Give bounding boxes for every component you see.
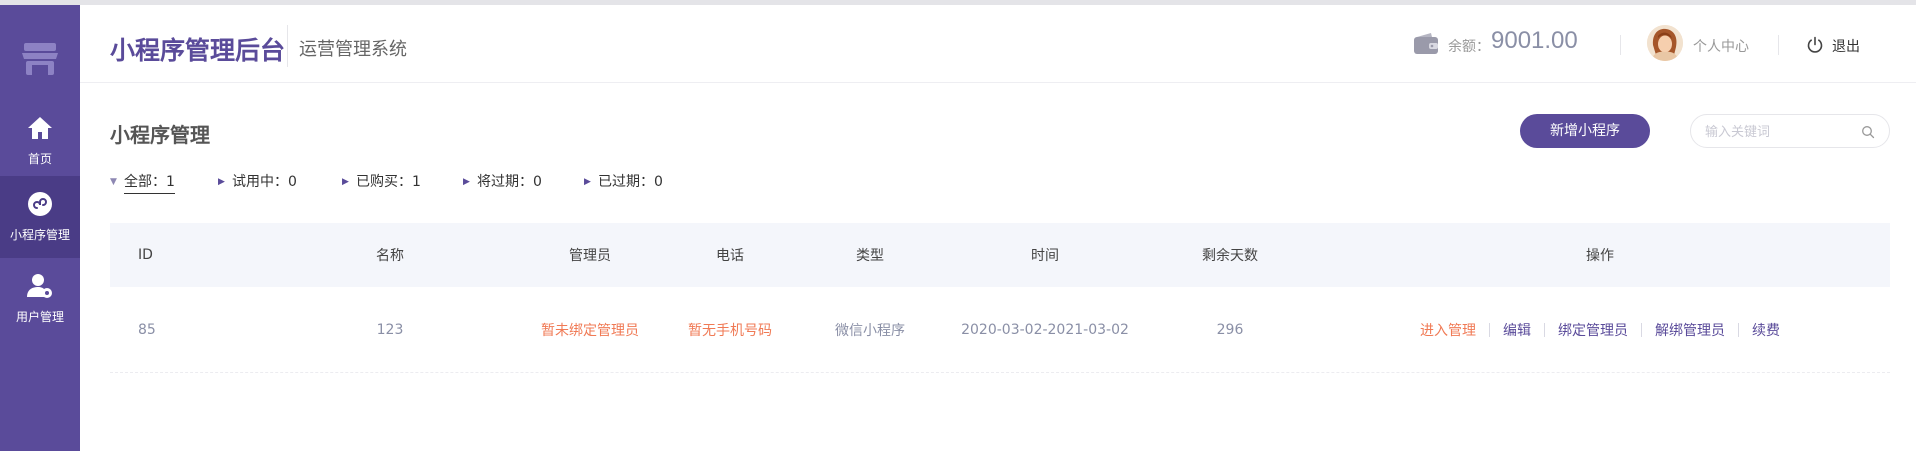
add-mini-program-button[interactable]: 新增小程序 <box>1520 114 1650 148</box>
cell-name: 123 <box>376 321 404 338</box>
cell-phone: 暂无手机号码 <box>688 322 772 339</box>
edit-link[interactable]: 编辑 <box>1490 320 1544 340</box>
header-divider <box>1620 35 1621 55</box>
power-icon[interactable] <box>1806 36 1824 54</box>
balance-value: 9001.00 <box>1491 27 1578 54</box>
caret-right-icon: ▶ <box>218 177 225 187</box>
column-header-id: ID <box>138 247 153 263</box>
sidebar-item-home[interactable]: 首页 <box>0 100 80 182</box>
filter-label: 全部：1 <box>124 174 175 194</box>
column-header-phone: 电话 <box>716 248 744 264</box>
avatar[interactable] <box>1647 25 1683 61</box>
filter-label: 将过期：0 <box>477 174 542 190</box>
caret-right-icon: ▶ <box>463 177 470 187</box>
search-box <box>1690 114 1890 148</box>
filter-label: 已过期：0 <box>598 174 663 190</box>
table-header: ID 名称 管理员 电话 类型 时间 剩余天数 操作 <box>110 223 1890 287</box>
filter-trial[interactable]: ▶ 试用中：0 <box>218 171 297 193</box>
profile-link[interactable]: 个人中心 <box>1693 36 1749 56</box>
sidebar-item-label: 用户管理 <box>15 310 64 324</box>
column-header-time: 时间 <box>1031 248 1059 264</box>
cell-type: 微信小程序 <box>835 322 905 339</box>
unbind-admin-link[interactable]: 解绑管理员 <box>1642 320 1738 340</box>
user-settings-icon <box>26 272 54 300</box>
filter-expired[interactable]: ▶ 已过期：0 <box>584 171 663 193</box>
filter-expiring[interactable]: ▶ 将过期：0 <box>463 171 542 193</box>
cell-admin: 暂未绑定管理员 <box>541 322 639 339</box>
filter-label: 试用中：0 <box>232 174 297 190</box>
balance-label: 余额： <box>1448 39 1490 55</box>
cell-time: 2020-03-02-2021-03-02 <box>961 321 1129 338</box>
row-actions: 进入管理 编辑 绑定管理员 解绑管理员 续费 <box>1390 287 1810 372</box>
sidebar-item-label: 首页 <box>27 152 52 166</box>
column-header-admin: 管理员 <box>569 248 611 264</box>
storefront-icon[interactable] <box>20 37 60 79</box>
search-icon[interactable] <box>1861 125 1875 139</box>
cell-id: 85 <box>138 321 156 338</box>
search-input[interactable] <box>1705 123 1855 141</box>
app-subtitle: 运营管理系统 <box>299 39 407 60</box>
mini-program-icon <box>26 190 54 218</box>
table-row: 85 123 暂未绑定管理员 暂无手机号码 微信小程序 2020-03-02-2… <box>110 287 1890 373</box>
column-header-type: 类型 <box>856 248 884 264</box>
enter-manage-link[interactable]: 进入管理 <box>1407 320 1489 340</box>
sidebar-item-label: 小程序管理 <box>9 228 70 242</box>
caret-down-icon: ▼ <box>110 177 117 187</box>
column-header-days-remaining: 剩余天数 <box>1202 248 1258 264</box>
bind-admin-link[interactable]: 绑定管理员 <box>1545 320 1641 340</box>
column-header-name: 名称 <box>376 248 404 264</box>
filter-label: 已购买：1 <box>356 174 421 190</box>
logout-link[interactable]: 退出 <box>1832 36 1860 56</box>
header-divider <box>1778 35 1779 55</box>
cell-days-remaining: 296 <box>1216 321 1244 338</box>
sidebar-item-mini-program[interactable]: 小程序管理 <box>0 176 80 258</box>
app-title: 小程序管理后台 <box>110 36 286 65</box>
filter-purchased[interactable]: ▶ 已购买：1 <box>342 171 421 193</box>
column-header-actions: 操作 <box>1586 248 1614 264</box>
filter-all[interactable]: ▼ 全部：1 <box>110 171 175 194</box>
page-title: 小程序管理 <box>110 123 210 147</box>
header: 小程序管理后台 运营管理系统 余额： 9001.00 个人中心 退出 <box>80 5 1916 83</box>
title-divider <box>287 25 288 67</box>
caret-right-icon: ▶ <box>584 177 591 187</box>
caret-right-icon: ▶ <box>342 177 349 187</box>
home-icon <box>26 114 54 142</box>
wallet-icon <box>1413 33 1439 55</box>
sidebar: 首页 小程序管理 用户管理 <box>0 5 80 451</box>
renew-link[interactable]: 续费 <box>1739 320 1793 340</box>
sidebar-item-users[interactable]: 用户管理 <box>0 258 80 340</box>
